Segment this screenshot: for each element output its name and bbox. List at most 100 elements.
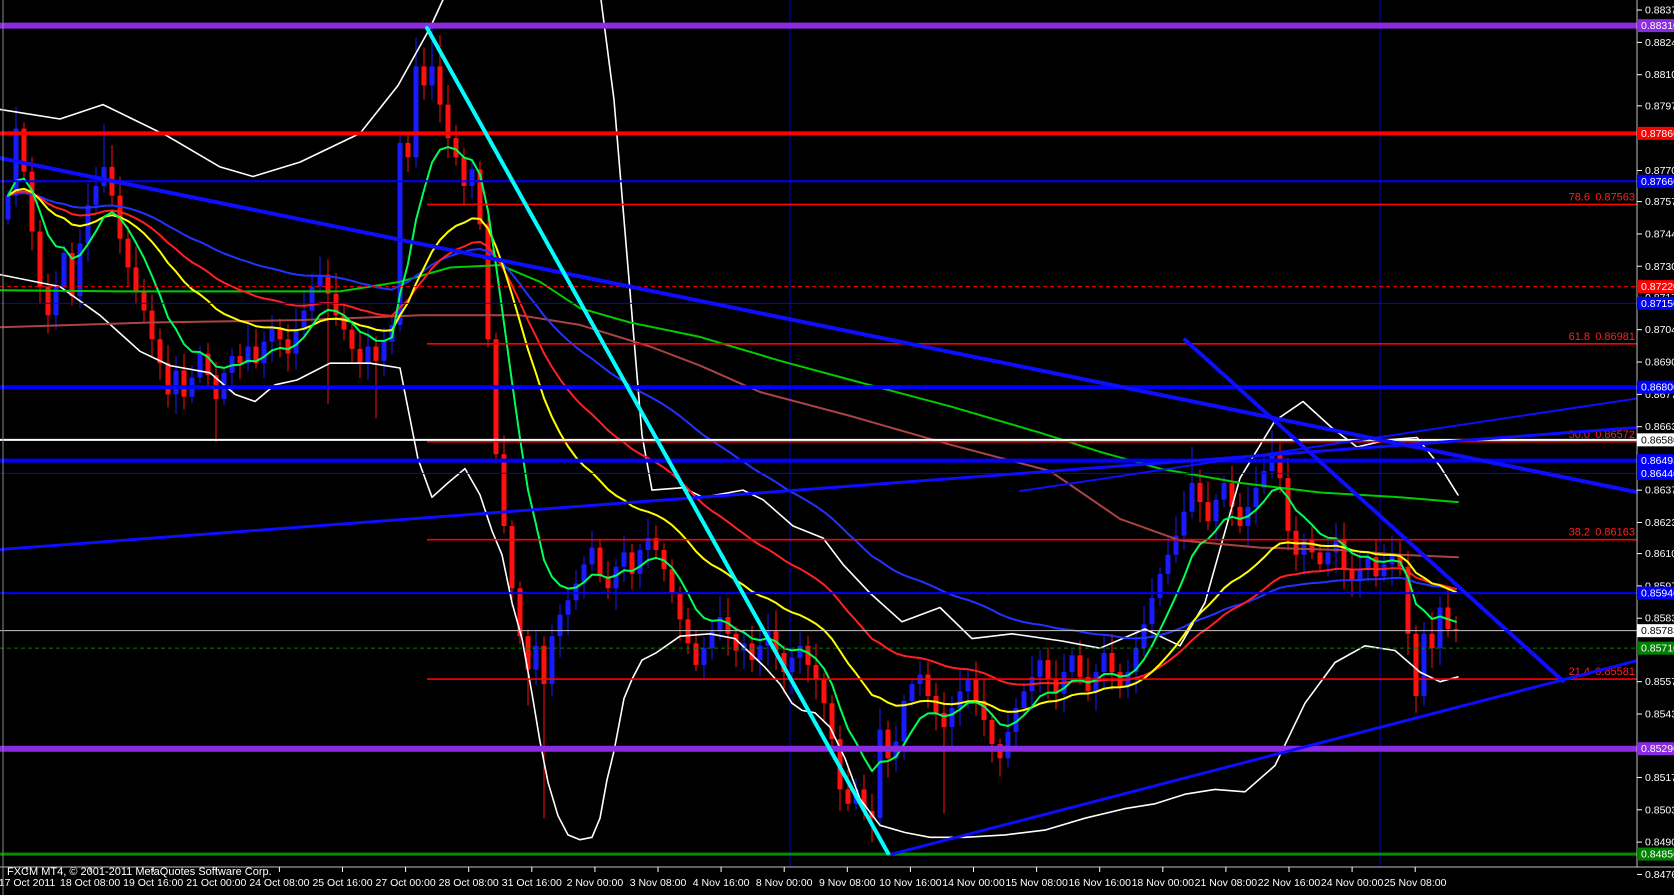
candle-body (558, 615, 563, 637)
price-badge-label: 0.84850 (1641, 849, 1674, 861)
fib-price-label: 0.86163 (1595, 527, 1635, 539)
mt4-chart-window[interactable]: 78.60.8756361.80.8698150.00.8657238.20.8… (0, 0, 1674, 895)
price-badge-label: 0.87660 (1641, 176, 1674, 188)
candle-body (902, 701, 907, 742)
candle-body (1070, 655, 1075, 672)
time-tick-label: 24 Oct 08:00 (249, 877, 309, 889)
candle-body (1158, 574, 1163, 598)
candle-body (798, 646, 803, 658)
candle-body (622, 552, 627, 566)
candle-body (1102, 653, 1107, 672)
candle-body (126, 239, 131, 268)
candle-body (878, 730, 883, 819)
price-badge-label: 0.86800 (1641, 382, 1674, 394)
candle-body (470, 169, 475, 186)
candle-body (886, 730, 891, 759)
fib-price-label: 0.86981 (1595, 331, 1635, 343)
candle-body (62, 253, 67, 287)
candle-body (598, 548, 603, 577)
time-tick-label: 18 Nov 00:00 (1132, 877, 1195, 889)
candle-body (1414, 634, 1419, 696)
candle-body (1022, 691, 1027, 708)
candle-body (414, 66, 419, 157)
candle-body (150, 311, 155, 340)
candle-body (990, 720, 995, 744)
price-badge-label: 0.86440 (1641, 468, 1674, 480)
time-tick-label: 17 Oct 2011 (0, 877, 55, 889)
candle-body (238, 356, 243, 363)
candle-body (1206, 502, 1211, 521)
price-tick-label: 0.87575 (1645, 196, 1674, 208)
candle-body (1286, 478, 1291, 531)
candle-body (6, 196, 11, 220)
candle-body (566, 600, 571, 614)
price-tick-label: 0.85435 (1645, 709, 1674, 721)
price-badge-label: 0.86580 (1641, 434, 1674, 446)
candle-body (1222, 483, 1227, 500)
candle-body (678, 593, 683, 619)
candle-body (1318, 552, 1323, 564)
candle-body (286, 339, 291, 353)
candle-body (1078, 655, 1083, 677)
candle-body (174, 370, 179, 394)
candle-body (1190, 483, 1195, 512)
candle-body (550, 636, 555, 684)
candle-body (422, 66, 427, 85)
candle-body (822, 679, 827, 703)
price-tick-label: 0.86235 (1645, 517, 1674, 529)
candle-body (1238, 507, 1243, 526)
price-axis[interactable]: 0.883750.882400.881050.879750.877050.875… (1637, 0, 1674, 881)
time-tick-label: 28 Oct 08:00 (439, 877, 499, 889)
time-tick-label: 16 Nov 16:00 (1068, 877, 1131, 889)
candle-body (102, 167, 107, 186)
price-tick-label: 0.88105 (1645, 69, 1674, 81)
candle-body (670, 569, 675, 593)
price-badge-label: 0.85290 (1641, 743, 1674, 755)
candle-body (694, 643, 699, 665)
candle-body (1438, 607, 1443, 648)
time-tick-label: 15 Nov 08:00 (1005, 877, 1068, 889)
candle-body (1142, 624, 1147, 648)
price-badge-label: 0.85710 (1641, 643, 1674, 655)
price-tick-label: 0.88375 (1645, 5, 1674, 17)
candle-body (94, 186, 99, 205)
candle-body (494, 339, 499, 454)
candle-body (382, 342, 387, 361)
candle-body (974, 679, 979, 701)
candle-body (1214, 500, 1219, 522)
candle-body (1382, 564, 1387, 576)
price-tick-label: 0.85570 (1645, 676, 1674, 688)
candle-body (1198, 483, 1203, 502)
candle-body (358, 349, 363, 363)
time-tick-label: 24 Nov 00:00 (1321, 877, 1384, 889)
price-tick-label: 0.85170 (1645, 772, 1674, 784)
candle-body (534, 646, 539, 670)
candle-body (966, 679, 971, 691)
time-tick-label: 8 Nov 00:00 (756, 877, 813, 889)
candle-body (1006, 732, 1011, 758)
candle-body (686, 619, 691, 643)
price-tick-label: 0.85835 (1645, 613, 1674, 625)
candle-body (790, 658, 795, 672)
fib-pct-label: 61.8 (1569, 331, 1590, 343)
candle-body (406, 143, 411, 157)
time-tick-label: 19 Oct 16:00 (123, 877, 183, 889)
price-badge-label: 0.85940 (1641, 588, 1674, 600)
candle-body (198, 354, 203, 378)
candle-body (950, 708, 955, 727)
candlestick-chart[interactable]: 78.60.8756361.80.8698150.00.8657238.20.8… (0, 0, 1674, 895)
price-tick-label: 0.86635 (1645, 421, 1674, 433)
candle-body (910, 684, 915, 701)
candle-body (366, 346, 371, 363)
candle-body (958, 691, 963, 708)
time-tick-label: 27 Oct 00:00 (376, 877, 436, 889)
candle-body (638, 550, 643, 574)
candle-body (1254, 488, 1259, 507)
time-tick-label: 14 Nov 00:00 (942, 877, 1005, 889)
candle-body (1366, 557, 1371, 569)
candle-body (182, 370, 187, 396)
candle-body (1038, 660, 1043, 677)
time-tick-label: 25 Oct 16:00 (312, 877, 372, 889)
price-tick-label: 0.88240 (1645, 37, 1674, 49)
candle-body (502, 454, 507, 526)
